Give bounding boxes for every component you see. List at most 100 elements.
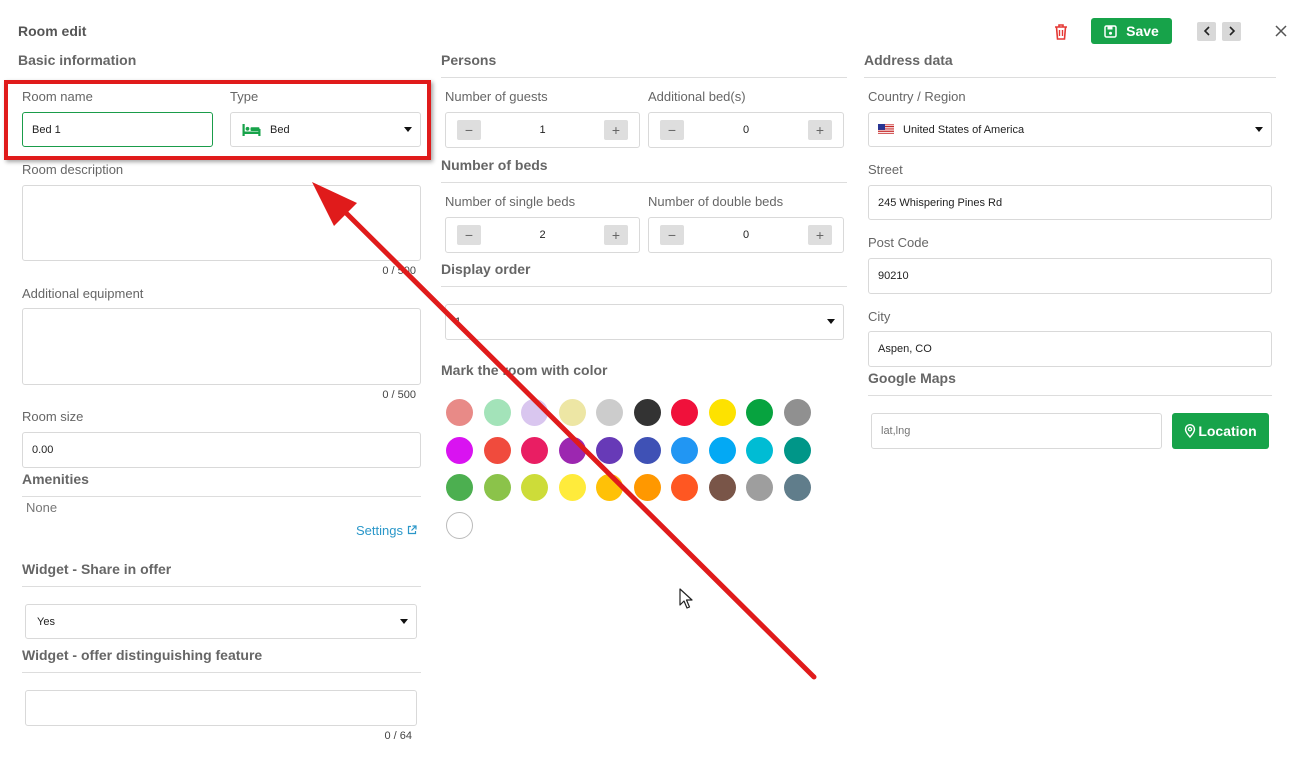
amenities-heading: Amenities bbox=[22, 471, 89, 487]
color-swatch[interactable] bbox=[483, 399, 511, 426]
post-code-label: Post Code bbox=[868, 235, 929, 250]
number-of-beds-heading: Number of beds bbox=[441, 157, 548, 173]
additional-beds-stepper[interactable]: − 0 + bbox=[648, 112, 844, 148]
color-swatch[interactable] bbox=[633, 474, 661, 501]
guests-value: 1 bbox=[539, 124, 546, 136]
address-heading: Address data bbox=[864, 52, 953, 68]
color-swatch[interactable] bbox=[521, 436, 548, 464]
guests-label: Number of guests bbox=[445, 89, 548, 104]
color-swatch[interactable] bbox=[783, 474, 811, 501]
map-pin-icon bbox=[1184, 424, 1196, 438]
amenities-divider bbox=[22, 496, 421, 497]
location-button[interactable]: Location bbox=[1172, 413, 1269, 449]
next-room-button[interactable] bbox=[1222, 22, 1241, 41]
country-label: Country / Region bbox=[868, 89, 966, 104]
guests-increment-button[interactable]: + bbox=[604, 120, 628, 140]
widget-feature-heading: Widget - offer distinguishing feature bbox=[22, 647, 263, 663]
color-swatch[interactable] bbox=[708, 474, 736, 501]
room-size-label: Room size bbox=[22, 409, 84, 424]
single-beds-label: Number of single beds bbox=[445, 194, 576, 209]
color-swatch[interactable] bbox=[596, 474, 623, 501]
color-swatch[interactable] bbox=[446, 511, 473, 539]
color-swatch[interactable] bbox=[483, 474, 511, 501]
additional-equipment-counter: 0 / 500 bbox=[382, 389, 416, 401]
color-swatch[interactable] bbox=[521, 474, 548, 501]
previous-room-button[interactable] bbox=[1197, 22, 1216, 41]
double-beds-stepper[interactable]: − 0 + bbox=[648, 217, 844, 253]
chevron-left-icon bbox=[1203, 24, 1211, 39]
city-input[interactable]: Aspen, CO bbox=[868, 331, 1272, 367]
widget-share-divider bbox=[22, 586, 421, 587]
save-label: Save bbox=[1126, 23, 1159, 39]
guests-stepper[interactable]: − 1 + bbox=[445, 112, 640, 148]
color-swatch[interactable] bbox=[446, 399, 473, 426]
chevron-right-icon bbox=[1228, 24, 1236, 39]
room-size-input[interactable]: 0.00 bbox=[22, 432, 421, 468]
color-swatch[interactable] bbox=[783, 399, 811, 426]
single-beds-stepper[interactable]: − 2 + bbox=[445, 217, 640, 253]
us-flag-icon bbox=[878, 124, 894, 135]
color-swatch[interactable] bbox=[596, 399, 623, 426]
external-link-icon bbox=[407, 523, 417, 538]
room-description-textarea[interactable] bbox=[22, 185, 421, 261]
color-swatch[interactable] bbox=[783, 436, 811, 464]
trash-icon[interactable] bbox=[1053, 23, 1069, 41]
widget-share-select[interactable]: Yes bbox=[25, 604, 417, 639]
color-swatch[interactable] bbox=[446, 474, 473, 501]
display-order-select[interactable]: 1 bbox=[445, 304, 844, 340]
additional-equipment-textarea[interactable] bbox=[22, 308, 421, 385]
widget-feature-input[interactable] bbox=[25, 690, 417, 726]
city-label: City bbox=[868, 309, 891, 324]
additional-beds-decrement-button[interactable]: − bbox=[660, 120, 684, 140]
amenities-value: None bbox=[26, 500, 58, 515]
color-swatch[interactable] bbox=[671, 474, 698, 501]
widget-feature-divider bbox=[22, 672, 421, 673]
settings-link-label: Settings bbox=[356, 523, 403, 538]
lat-lng-input[interactable] bbox=[871, 413, 1162, 449]
double-beds-value: 0 bbox=[742, 229, 750, 241]
additional-equipment-label: Additional equipment bbox=[22, 286, 144, 301]
double-beds-label: Number of double beds bbox=[648, 194, 784, 209]
country-select[interactable]: United States of America bbox=[868, 112, 1272, 147]
color-swatch[interactable] bbox=[746, 399, 773, 426]
color-swatch[interactable] bbox=[558, 474, 586, 501]
post-code-input[interactable]: 90210 bbox=[868, 258, 1272, 294]
guests-decrement-button[interactable]: − bbox=[457, 120, 481, 140]
color-swatch[interactable] bbox=[633, 436, 661, 464]
save-button[interactable]: Save bbox=[1091, 18, 1172, 44]
persons-heading: Persons bbox=[441, 52, 497, 68]
single-beds-increment-button[interactable]: + bbox=[604, 225, 628, 245]
color-swatch[interactable] bbox=[633, 399, 661, 426]
street-input[interactable]: 245 Whispering Pines Rd bbox=[868, 185, 1272, 220]
street-label: Street bbox=[868, 162, 903, 177]
color-swatch[interactable] bbox=[483, 436, 511, 464]
double-beds-increment-button[interactable]: + bbox=[808, 225, 832, 245]
color-swatches bbox=[446, 399, 826, 539]
display-order-heading: Display order bbox=[441, 261, 531, 277]
page-title: Room edit bbox=[18, 23, 87, 39]
single-beds-value: 2 bbox=[539, 229, 546, 241]
color-swatch[interactable] bbox=[746, 436, 773, 464]
google-maps-divider bbox=[868, 395, 1272, 396]
additional-beds-increment-button[interactable]: + bbox=[808, 120, 832, 140]
double-beds-decrement-button[interactable]: − bbox=[660, 225, 684, 245]
single-beds-decrement-button[interactable]: − bbox=[457, 225, 481, 245]
chevron-down-icon bbox=[1255, 126, 1263, 132]
color-swatch[interactable] bbox=[446, 436, 473, 464]
color-swatch[interactable] bbox=[708, 436, 736, 464]
color-swatch[interactable] bbox=[558, 399, 586, 426]
widget-share-heading: Widget - Share in offer bbox=[22, 561, 172, 577]
display-order-value: 1 bbox=[455, 316, 462, 328]
amenities-settings-link[interactable]: Settings bbox=[356, 523, 417, 538]
color-swatch[interactable] bbox=[558, 436, 586, 464]
chevron-down-icon bbox=[827, 319, 835, 324]
color-swatch[interactable] bbox=[746, 474, 773, 501]
additional-beds-value: 0 bbox=[742, 124, 750, 136]
widget-share-value: Yes bbox=[37, 615, 55, 628]
color-swatch[interactable] bbox=[671, 436, 698, 464]
color-swatch[interactable] bbox=[708, 399, 736, 426]
color-swatch[interactable] bbox=[596, 436, 623, 464]
color-swatch[interactable] bbox=[671, 399, 698, 426]
color-swatch[interactable] bbox=[521, 399, 548, 426]
close-icon[interactable] bbox=[1275, 25, 1287, 37]
